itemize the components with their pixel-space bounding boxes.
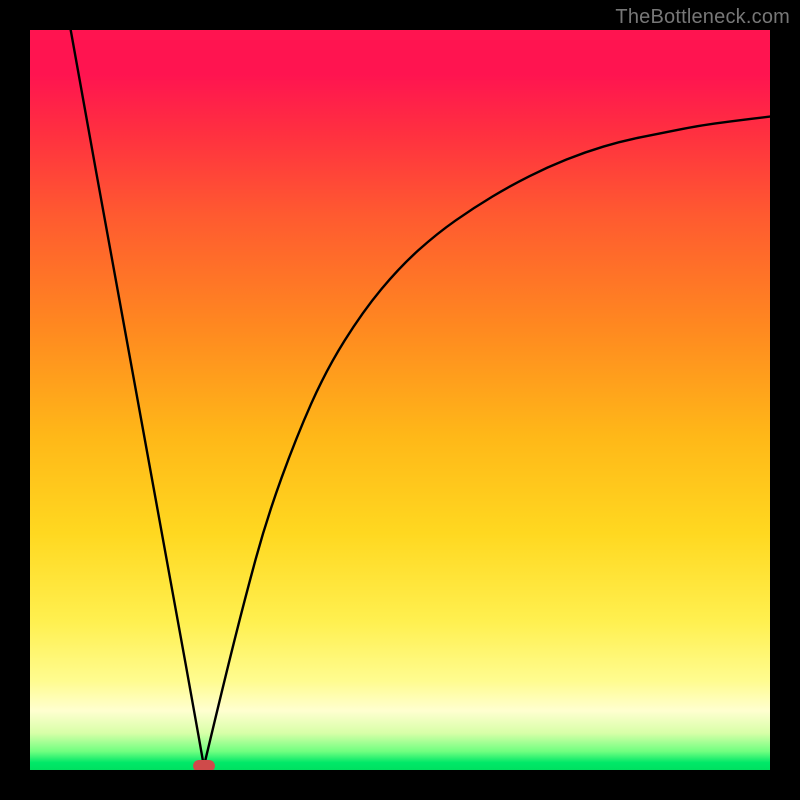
curve-left-branch xyxy=(71,30,204,766)
chart-frame: TheBottleneck.com xyxy=(0,0,800,800)
minimum-dot xyxy=(193,760,215,770)
bottleneck-curve xyxy=(30,30,770,770)
curve-right-branch xyxy=(204,117,770,767)
plot-area xyxy=(30,30,770,770)
watermark-text: TheBottleneck.com xyxy=(615,6,790,29)
